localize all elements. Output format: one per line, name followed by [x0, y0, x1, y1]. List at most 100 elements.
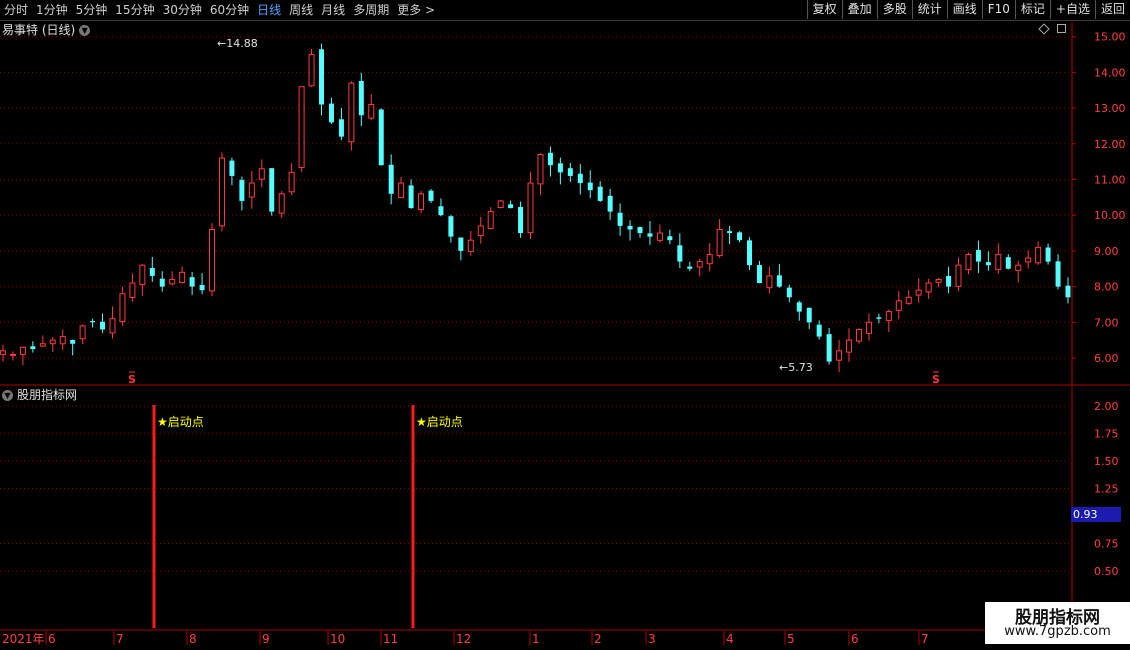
- candle-body: [627, 225, 633, 230]
- candle-body: [288, 171, 295, 193]
- month-label: 1: [532, 632, 540, 646]
- candle-body: [477, 225, 484, 237]
- candle-body: [985, 262, 991, 266]
- candle-body: [637, 227, 643, 234]
- month-label: 11: [383, 632, 398, 646]
- candle-body: [796, 302, 802, 312]
- price-tick-label: 15.00: [1094, 31, 1126, 44]
- high-price-label: ←14.88: [217, 37, 258, 50]
- candle-body: [935, 278, 942, 283]
- candle-body: [199, 285, 205, 291]
- candle-body: [328, 103, 334, 123]
- price-tick-label: 13.00: [1094, 102, 1126, 115]
- indicator-tick-label: 1.50: [1094, 455, 1119, 468]
- candle-body: [508, 204, 514, 209]
- chevron-down-icon[interactable]: ▼: [2, 389, 13, 401]
- candle-body: [59, 336, 66, 345]
- watermark-logo: 股朋指标网 www.7gpzb.com: [985, 602, 1130, 644]
- kline-chart[interactable]: 6.007.008.009.0010.0011.0012.0013.0014.0…: [0, 0, 1130, 650]
- candle-body: [467, 239, 474, 252]
- sell-signal-mark: S: [128, 373, 136, 386]
- candle-body: [547, 152, 553, 166]
- candle-body: [1035, 246, 1042, 264]
- candle-body: [826, 334, 832, 362]
- candle-body: [885, 311, 892, 322]
- candle-body: [169, 278, 176, 285]
- candle-body: [527, 182, 534, 234]
- candle-body: [975, 249, 981, 262]
- month-label: 4: [726, 632, 734, 646]
- month-label: 3: [648, 632, 656, 646]
- stock-name: 易事特 (日线): [2, 23, 76, 37]
- month-label: 10: [330, 632, 345, 646]
- price-tick-label: 14.00: [1094, 66, 1126, 79]
- candle-body: [49, 339, 56, 345]
- candle-body: [278, 193, 285, 214]
- maximize-icon[interactable]: [1057, 24, 1066, 33]
- candle-body: [428, 190, 434, 201]
- candle-body: [239, 179, 245, 201]
- candle-body: [338, 119, 344, 137]
- candle-body: [965, 253, 972, 271]
- month-label: 7: [116, 632, 124, 646]
- candle-body: [90, 320, 96, 323]
- candle-body: [746, 240, 752, 266]
- candle-body: [149, 267, 155, 276]
- candle-body: [617, 212, 623, 226]
- candle-body: [696, 261, 703, 268]
- indicator-tick-label: 0.75: [1094, 538, 1119, 551]
- candle-body: [687, 266, 693, 269]
- candle-body: [229, 160, 235, 176]
- candle-body: [358, 80, 364, 116]
- price-tick-label: 12.00: [1094, 138, 1126, 151]
- candle-body: [388, 164, 394, 194]
- candle-body: [308, 54, 315, 87]
- year-label: 2021年: [2, 632, 45, 646]
- candle-body: [438, 206, 444, 216]
- chart-title: 易事特 (日线) ▼: [2, 22, 91, 38]
- indicator-title: ▼ 股朋指标网: [2, 387, 77, 403]
- candle-body: [100, 321, 106, 330]
- candle-body: [1025, 257, 1032, 263]
- candle-body: [487, 211, 494, 229]
- sell-signal-mark: S: [932, 373, 940, 386]
- candle-body: [855, 328, 862, 342]
- month-label: 9: [262, 632, 270, 646]
- candle-body: [348, 82, 355, 143]
- candle-body: [497, 200, 504, 209]
- candle-body: [19, 346, 26, 355]
- candle-body: [995, 253, 1002, 271]
- price-tick-label: 6.00: [1094, 352, 1119, 365]
- candle-body: [766, 275, 773, 289]
- candle-body: [915, 289, 922, 296]
- candle-body: [209, 228, 216, 292]
- candle-body: [567, 168, 573, 176]
- candle-body: [587, 182, 593, 191]
- chevron-down-icon[interactable]: ▼: [79, 24, 91, 36]
- candle-body: [119, 293, 126, 323]
- watermark-url: www.7gpzb.com: [1004, 624, 1111, 639]
- candle-body: [319, 49, 325, 105]
- candle-body: [109, 318, 116, 334]
- month-label: 5: [787, 632, 795, 646]
- candle-body: [946, 275, 952, 287]
- candle-body: [448, 216, 454, 237]
- start-signal-label: ★启动点: [416, 415, 463, 429]
- low-price-label: ←5.73: [779, 361, 813, 374]
- candle-body: [537, 154, 544, 185]
- candle-body: [895, 300, 902, 311]
- current-value-badge: 0.93: [1071, 507, 1121, 522]
- candle-body: [189, 277, 195, 287]
- candle-body: [776, 275, 782, 287]
- price-tick-label: 11.00: [1094, 174, 1126, 187]
- candle-body: [806, 307, 812, 323]
- candle-body: [398, 182, 405, 199]
- candle-body: [1055, 261, 1061, 287]
- candle-body: [846, 339, 853, 353]
- candle-body: [9, 353, 16, 356]
- candle-body: [706, 253, 713, 265]
- candle-body: [269, 168, 275, 212]
- month-label: 8: [189, 632, 197, 646]
- candle-body: [667, 236, 673, 241]
- candle-body: [258, 168, 265, 180]
